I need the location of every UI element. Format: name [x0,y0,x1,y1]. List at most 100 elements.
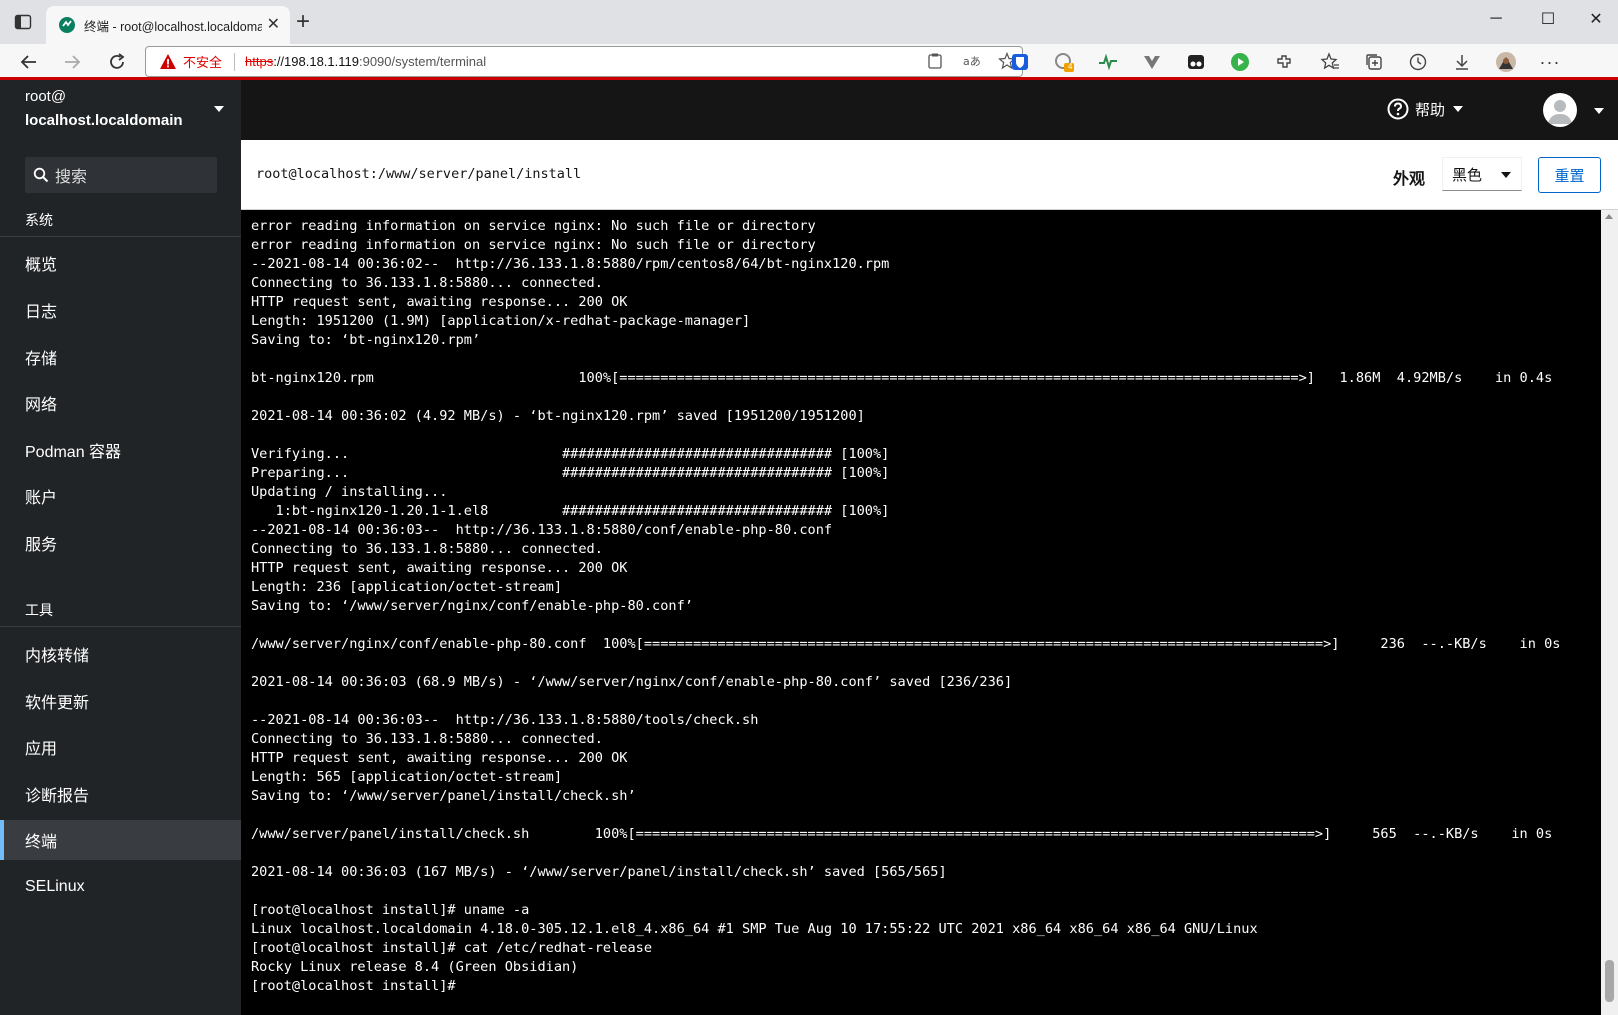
host-switcher[interactable]: root@ localhost.localdomain [0,80,241,140]
sidebar-item-selinux[interactable]: SELinux [0,867,241,907]
translate-icon[interactable]: aあ [962,52,980,70]
terminal-line: --2021-08-14 00:36:03-- http://36.133.1.… [251,522,833,538]
sidebar-item-networking[interactable]: 网络 [0,383,241,423]
terminal-line: Updating / installing... [251,484,448,500]
cockpit-favicon-icon [59,17,75,33]
terminal-toolbar: root@localhost:/www/server/panel/install… [241,140,1618,210]
scroll-up-icon[interactable] [1605,214,1613,219]
theme-select[interactable]: 黑色 [1442,157,1522,191]
terminal-path: root@localhost:/www/server/panel/install [256,166,582,182]
maximize-icon[interactable]: ☐ [1528,4,1568,34]
warning-icon[interactable] [159,53,177,71]
avatar[interactable] [1543,93,1577,127]
terminal-line: Connecting to 36.133.1.8:5880... connect… [251,541,603,557]
browser-titlebar: 终端 - root@localhost.localdomain ✕ + ─ ☐ … [0,0,1618,44]
forward-icon[interactable] [57,48,87,76]
play-extension-icon[interactable] [1228,50,1252,74]
terminal-line: --2021-08-14 00:36:03-- http://36.133.1.… [251,712,759,728]
extension-badge-icon[interactable]: 4 [1052,50,1076,74]
sidebar-search[interactable]: 搜索 [25,157,217,193]
tampermonkey-icon[interactable] [1184,50,1208,74]
help-menu[interactable]: 帮助 [1387,98,1464,120]
terminal-scrollbar[interactable] [1601,210,1618,1015]
terminal-line: /www/server/panel/install/check.sh 100%[… [251,826,1553,842]
section-tools: 工具 [25,602,53,618]
pulse-extension-icon[interactable] [1096,50,1120,74]
chevron-down-icon [214,106,224,112]
terminal-output[interactable]: error reading information on service ngi… [241,210,1601,1015]
sidebar-item-podman[interactable]: Podman 容器 [0,430,241,470]
sidebar-item-terminal[interactable]: 终端 [0,820,241,860]
browser-tab[interactable]: 终端 - root@localhost.localdomain ✕ [46,6,290,44]
close-window-icon[interactable]: ✕ [1576,4,1616,34]
terminal-line: [root@localhost install]# cat /etc/redha… [251,940,653,956]
clipboard-icon[interactable] [926,52,944,70]
sidebar-item-diagnostic-reports[interactable]: 诊断报告 [0,774,241,814]
tab-close-icon[interactable]: ✕ [267,17,280,33]
theme-value: 黑色 [1452,166,1483,184]
insecure-label[interactable]: 不安全 [183,52,222,71]
sidebar-item-software-updates[interactable]: 软件更新 [0,681,241,721]
collections-icon[interactable] [1362,50,1386,74]
history-icon[interactable] [1406,50,1430,74]
chevron-down-icon[interactable] [1594,108,1604,114]
sidebar-item-kdump[interactable]: 内核转储 [0,634,241,674]
sidebar-item-overview[interactable]: 概览 [0,243,241,283]
terminal-line: HTTP request sent, awaiting response... … [251,750,628,766]
address-bar[interactable]: 不安全 https://198.18.1.119:9090/system/ter… [145,46,1023,77]
terminal-line: HTTP request sent, awaiting response... … [251,294,628,310]
terminal-line: Connecting to 36.133.1.8:5880... connect… [251,275,603,291]
terminal-line: [root@localhost install]# [251,978,456,994]
extensions-icon[interactable] [1272,50,1296,74]
scroll-thumb[interactable] [1605,960,1614,1002]
host-user: root@ [25,88,67,105]
more-menu-icon[interactable]: ··· [1538,50,1562,74]
url-text[interactable]: https://198.18.1.119:9090/system/termina… [245,54,486,69]
window-menu-icon[interactable] [14,13,32,31]
sidebar-item-logs[interactable]: 日志 [0,290,241,330]
terminal-line: error reading information on service ngi… [251,218,816,234]
sidebar-item-accounts[interactable]: 账户 [0,476,241,516]
terminal-line: Preparing... ###########################… [251,465,890,481]
back-icon[interactable] [14,48,44,76]
profile-icon[interactable] [1494,50,1518,74]
bitwarden-icon[interactable] [1008,50,1032,74]
browser-toolbar: 不安全 https://198.18.1.119:9090/system/ter… [0,44,1618,80]
terminal-line: Rocky Linux release 8.4 (Green Obsidian) [251,959,579,975]
sidebar: root@ localhost.localdomain 搜索 系统 概览 日志 … [0,80,241,1015]
reset-button[interactable]: 重置 [1538,157,1601,193]
favorites-icon[interactable] [1318,50,1342,74]
downloads-icon[interactable] [1450,50,1474,74]
svg-text:aあ: aあ [963,55,980,68]
url-path: :9090/system/terminal [358,54,487,69]
new-tab-icon[interactable]: + [296,10,310,34]
terminal-line: Length: 1951200 (1.9M) [application/x-re… [251,313,751,329]
terminal-line: Linux localhost.localdomain 4.18.0-305.1… [251,921,1258,937]
minimize-icon[interactable]: ─ [1476,4,1516,34]
url-host: ://198.18.1.119 [273,54,359,69]
search-icon [33,167,49,183]
terminal-line: Saving to: ‘/www/server/panel/install/ch… [251,788,636,804]
vue-extension-icon[interactable] [1140,50,1164,74]
address-bar-actions: aあ [926,52,1016,70]
terminal-line: error reading information on service ngi… [251,237,816,253]
terminal-line: 2021-08-14 00:36:03 (167 MB/s) - ‘/www/s… [251,864,947,880]
sidebar-item-applications[interactable]: 应用 [0,727,241,767]
url-scheme: https [245,54,274,69]
terminal-line: HTTP request sent, awaiting response... … [251,560,628,576]
user-icon [1548,100,1572,124]
url-separator [234,52,236,71]
sidebar-item-services[interactable]: 服务 [0,523,241,563]
sidebar-item-storage[interactable]: 存储 [0,337,241,377]
terminal-line: [root@localhost install]# uname -a [251,902,530,918]
reload-icon[interactable] [102,48,132,76]
chevron-down-icon [1501,172,1511,178]
divider [0,626,241,627]
terminal-line: --2021-08-14 00:36:02-- http://36.133.1.… [251,256,890,272]
